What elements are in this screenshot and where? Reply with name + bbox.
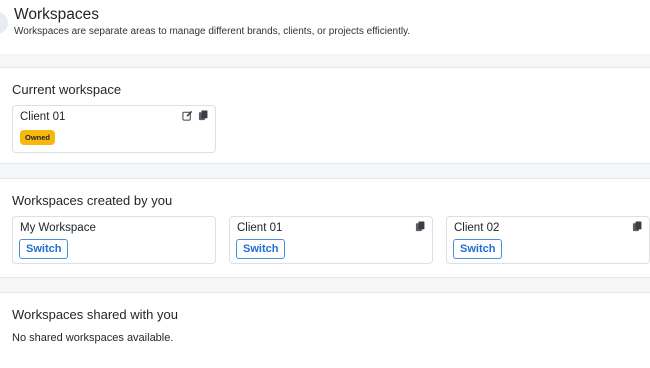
card-actions — [632, 221, 643, 232]
switch-button[interactable]: Switch — [19, 239, 69, 259]
workspace-card: Client 02 Switch — [446, 216, 650, 264]
current-workspace-section: Current workspace Client 01 Owned — [0, 67, 650, 164]
section-title-shared: Workspaces shared with you — [12, 307, 178, 322]
card-actions — [415, 221, 426, 232]
workspace-name: Client 01 — [237, 222, 283, 234]
page-title: Workspaces — [14, 6, 99, 23]
section-title-created: Workspaces created by you — [12, 193, 173, 208]
workspace-card: Client 01 Switch — [229, 216, 433, 264]
section-title-current: Current workspace — [12, 82, 122, 97]
owned-badge: Owned — [20, 130, 56, 145]
workspaces-page: Workspaces Workspaces are separate areas… — [0, 0, 650, 368]
switch-button[interactable]: Switch — [236, 239, 286, 259]
current-workspace-card: Client 01 Owned — [12, 105, 216, 153]
copy-icon[interactable] — [198, 110, 209, 121]
header-avatar-deco — [0, 12, 8, 34]
edit-icon[interactable] — [182, 110, 193, 121]
empty-state-message: No shared workspaces available. — [12, 332, 174, 344]
card-actions — [182, 110, 209, 121]
switch-button[interactable]: Switch — [453, 239, 503, 259]
workspace-name: Client 01 — [20, 111, 66, 123]
shared-workspaces-section: Workspaces shared with you No shared wor… — [0, 292, 650, 368]
page-subtitle: Workspaces are separate areas to manage … — [14, 26, 411, 37]
page-header: Workspaces Workspaces are separate areas… — [0, 0, 650, 54]
workspace-name: My Workspace — [20, 222, 96, 234]
created-workspaces-section: Workspaces created by you My Workspace S… — [0, 178, 650, 278]
copy-icon[interactable] — [415, 221, 426, 232]
copy-icon[interactable] — [632, 221, 643, 232]
workspace-card: My Workspace Switch — [12, 216, 216, 264]
workspace-name: Client 02 — [454, 222, 500, 234]
